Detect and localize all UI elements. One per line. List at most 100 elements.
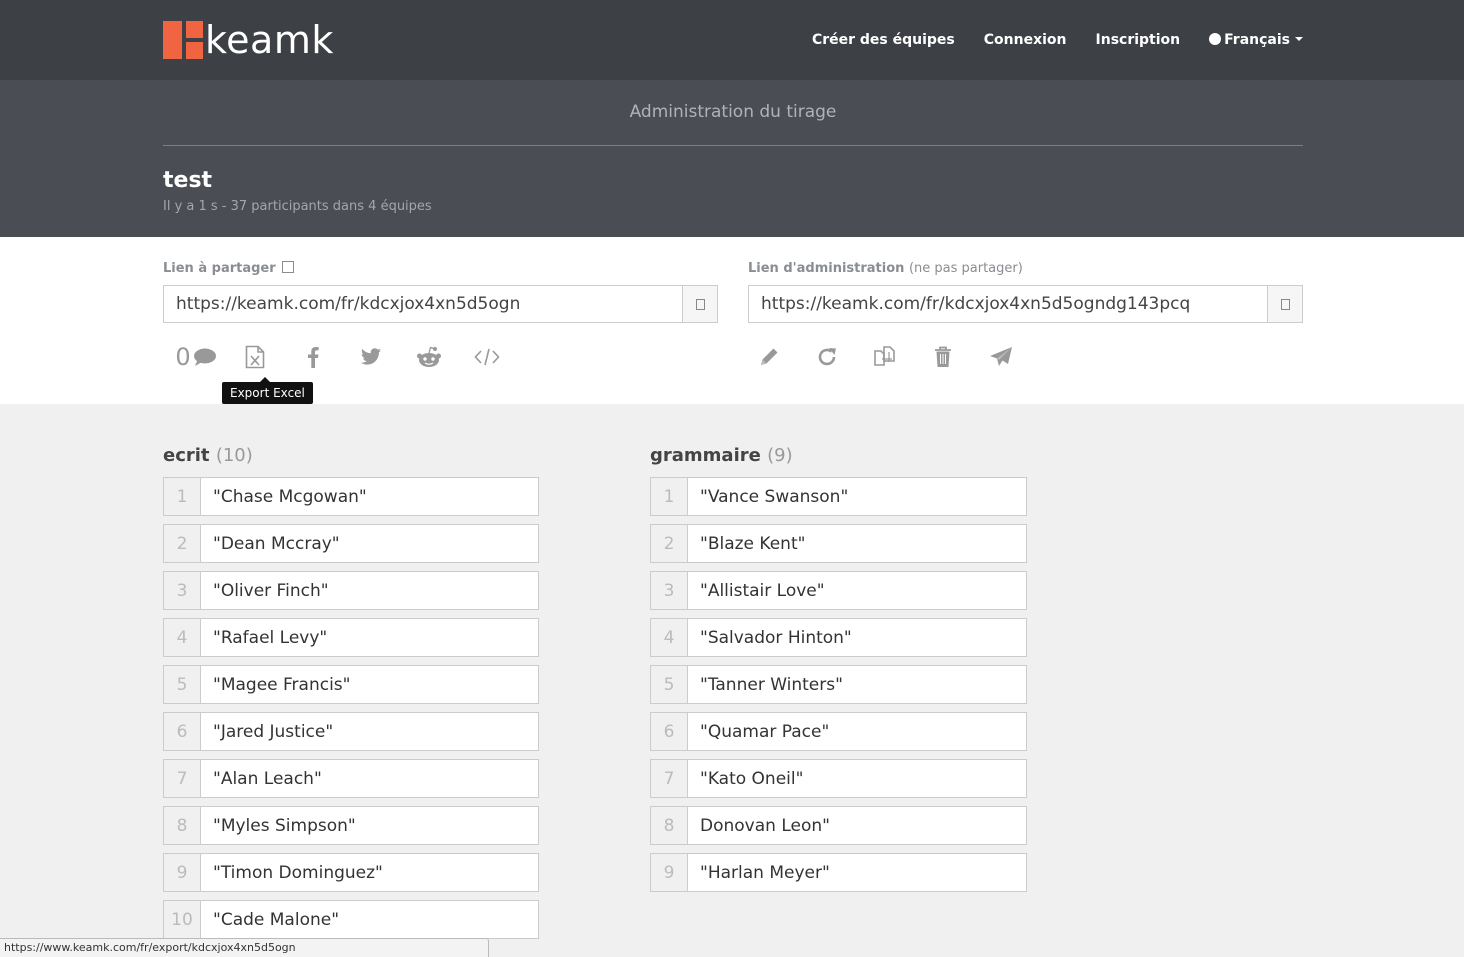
links-panel: Lien à partager Lien d'administration (n… [0, 237, 1464, 404]
team-member-row: 1 "Vance Swanson" [650, 477, 1027, 516]
member-number: 3 [164, 572, 201, 609]
member-number: 10 [164, 901, 201, 938]
team-member-row: 3 "Allistair Love" [650, 571, 1027, 610]
nav-signup[interactable]: Inscription [1096, 32, 1181, 48]
logo[interactable]: keamk [163, 20, 334, 60]
member-number: 6 [164, 713, 201, 750]
draw-name: test [163, 168, 213, 193]
team-member-row: 4 "Salvador Hinton" [650, 618, 1027, 657]
copy-admin-link-button[interactable] [1267, 286, 1302, 322]
send-button[interactable] [972, 337, 1030, 377]
nav-create-teams[interactable]: Créer des équipes [812, 32, 955, 48]
member-number: 4 [651, 619, 688, 656]
reddit-share-button[interactable] [400, 337, 458, 377]
trash-icon [935, 346, 951, 367]
member-number: 2 [164, 525, 201, 562]
share-link-input[interactable] [164, 286, 682, 322]
facebook-share-button[interactable] [284, 337, 342, 377]
page-title: Administration du tirage [629, 102, 837, 122]
excel-file-icon [245, 345, 265, 369]
twitter-share-button[interactable] [342, 337, 400, 377]
team-member-row: 6 "Jared Justice" [163, 712, 539, 751]
team-member-row: 10 "Cade Malone" [163, 900, 539, 939]
team-member-row: 8 Donovan Leon" [650, 806, 1027, 845]
duplicate-button[interactable] [856, 337, 914, 377]
language-label: Français [1224, 32, 1290, 48]
member-name: "Allistair Love" [700, 580, 825, 601]
team-member-row: 5 "Magee Francis" [163, 665, 539, 704]
team-member-row: 9 "Timon Dominguez" [163, 853, 539, 892]
team-member-row: 7 "Alan Leach" [163, 759, 539, 798]
team-member-row: 3 "Oliver Finch" [163, 571, 539, 610]
nav-login[interactable]: Connexion [984, 32, 1067, 48]
export-excel-tooltip: Export Excel [222, 377, 313, 404]
team-card: ecrit (10) 1 "Chase Mcgowan" 2 "Dean Mccray… [163, 445, 539, 947]
member-number: 2 [651, 525, 688, 562]
member-number: 8 [651, 807, 688, 844]
comments-button[interactable]: 0 [166, 337, 226, 377]
pencil-icon [761, 348, 778, 365]
browser-status-url: https://www.keamk.com/fr/export/kdcxjox4… [0, 938, 489, 957]
member-name: "Kato Oneil" [700, 768, 804, 789]
share-link-box [163, 285, 718, 323]
member-name: "Dean Mccray" [213, 533, 340, 554]
admin-link-input[interactable] [749, 286, 1267, 322]
member-name: "Harlan Meyer" [700, 862, 830, 883]
comment-count: 0 [175, 343, 191, 371]
team-member-row: 4 "Rafael Levy" [163, 618, 539, 657]
caret-down-icon [1295, 37, 1303, 41]
member-number: 5 [164, 666, 201, 703]
copy-share-link-button[interactable] [682, 286, 717, 322]
admin-actions [740, 337, 1030, 377]
delete-button[interactable] [914, 337, 972, 377]
hero-header: Administration du tirage test Il y a 1 s… [0, 80, 1464, 237]
member-name: Donovan Leon" [700, 815, 830, 836]
navbar: keamk Créer des équipes Connexion Inscri… [0, 0, 1464, 80]
share-actions: 0 [166, 337, 516, 377]
reddit-icon [417, 346, 441, 367]
member-number: 7 [164, 760, 201, 797]
member-name: "Alan Leach" [213, 768, 322, 789]
embed-code-button[interactable] [458, 337, 516, 377]
redraw-button[interactable] [798, 337, 856, 377]
member-name: "Salvador Hinton" [700, 627, 852, 648]
member-name: "Magee Francis" [213, 674, 351, 695]
member-number: 4 [164, 619, 201, 656]
member-name: "Rafael Levy" [213, 627, 328, 648]
member-number: 3 [651, 572, 688, 609]
draw-meta: Il y a 1 s - 37 participants dans 4 équi… [163, 199, 432, 214]
team-member-row: 8 "Myles Simpson" [163, 806, 539, 845]
nav-links: Créer des équipes Connexion Inscription … [783, 0, 1303, 80]
member-number: 1 [651, 478, 688, 515]
edit-button[interactable] [740, 337, 798, 377]
team-member-row: 2 "Dean Mccray" [163, 524, 539, 563]
member-name: "Vance Swanson" [700, 486, 849, 507]
admin-link-label: Lien d'administration (ne pas partager) [748, 261, 1023, 276]
team-members: 1 "Vance Swanson" 2 "Blaze Kent" 3 "Allistair… [650, 477, 1027, 892]
member-name: "Chase Mcgowan" [213, 486, 367, 507]
language-dropdown[interactable]: Français [1209, 32, 1303, 48]
export-excel-button[interactable] [226, 337, 284, 377]
team-member-row: 7 "Kato Oneil" [650, 759, 1027, 798]
copy-icon [692, 295, 705, 310]
team-title: ecrit (10) [163, 445, 253, 466]
facebook-icon [308, 347, 319, 368]
logo-text: keamk [205, 18, 334, 62]
member-name: "Cade Malone" [213, 909, 340, 930]
twitter-icon [360, 348, 381, 365]
comment-icon [193, 348, 216, 366]
copy-icon [1277, 295, 1290, 310]
member-number: 1 [164, 478, 201, 515]
divider [163, 145, 1303, 146]
logo-mark-icon [163, 21, 203, 59]
member-name: "Jared Justice" [213, 721, 334, 742]
code-icon [474, 348, 500, 366]
member-number: 6 [651, 713, 688, 750]
member-number: 7 [651, 760, 688, 797]
external-link-icon[interactable] [281, 261, 294, 273]
team-member-row: 1 "Chase Mcgowan" [163, 477, 539, 516]
member-number: 5 [651, 666, 688, 703]
member-name: "Timon Dominguez" [213, 862, 383, 883]
member-number: 9 [164, 854, 201, 891]
share-link-label: Lien à partager [163, 261, 294, 276]
